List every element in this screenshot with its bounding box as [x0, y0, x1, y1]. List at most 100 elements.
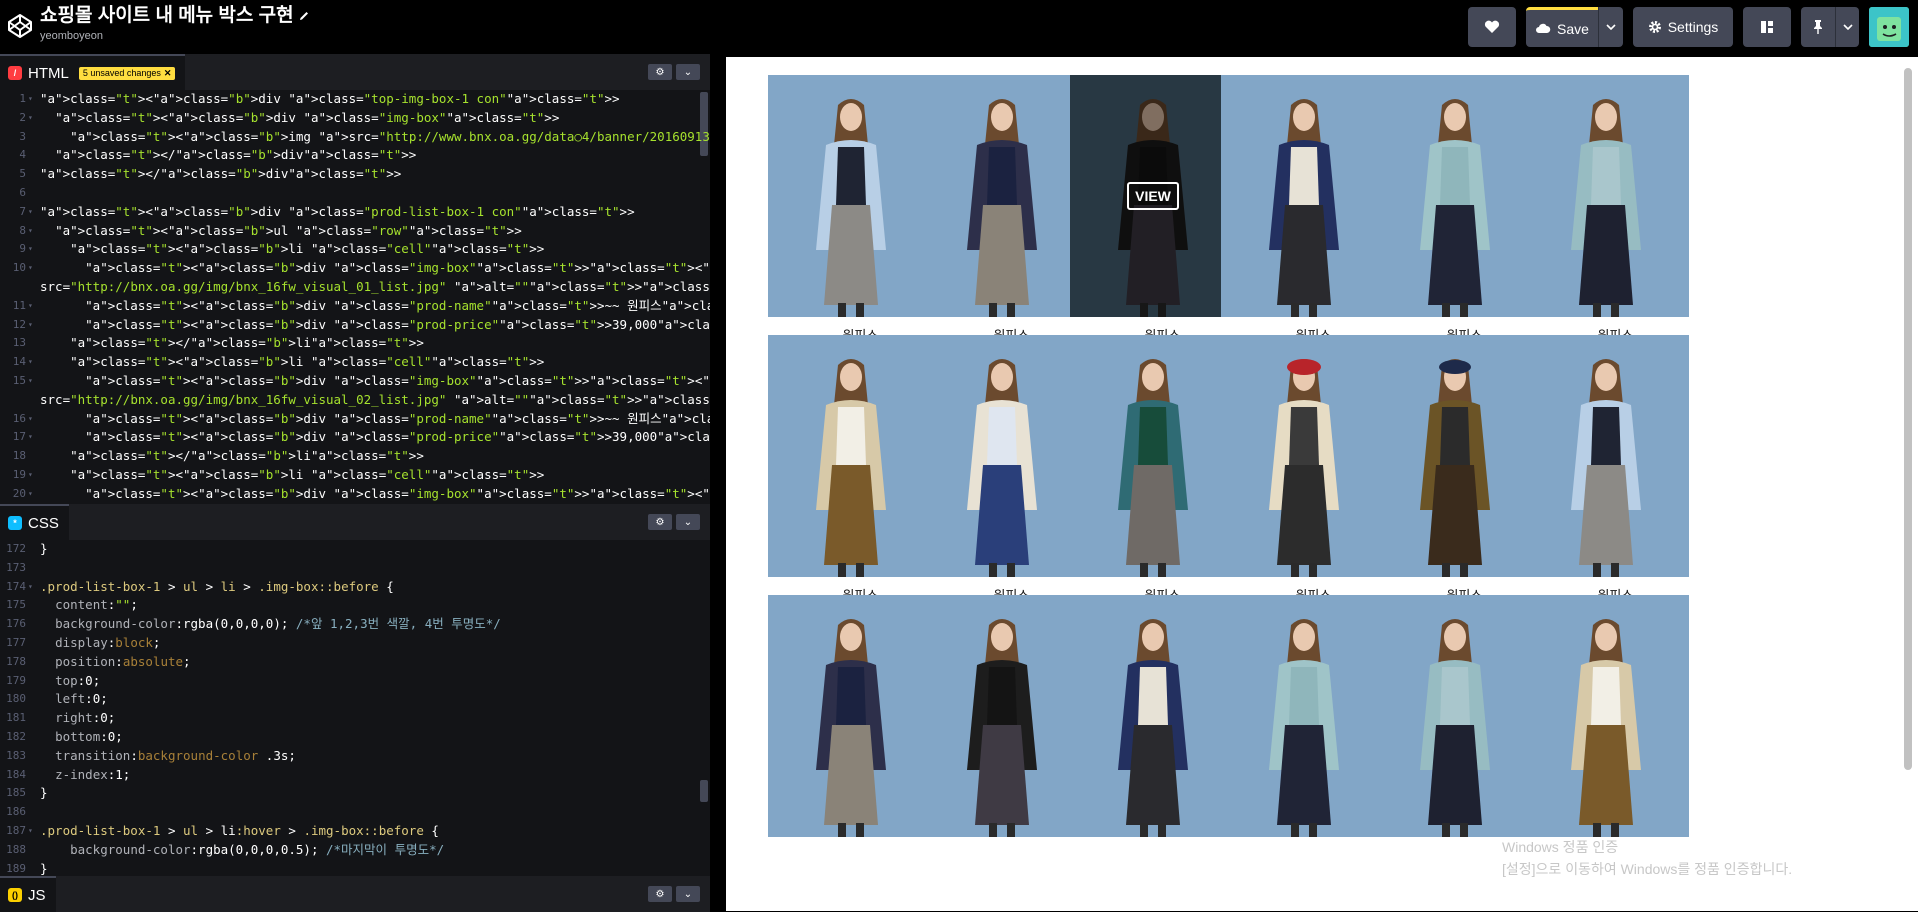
fold-arrow-icon[interactable]: ▾ — [28, 410, 33, 429]
fold-arrow-icon[interactable]: ▾ — [28, 316, 33, 335]
code-line[interactable]: 18 "a">class="t"></"a">class="b">li"a">c… — [0, 447, 710, 466]
product-image[interactable] — [919, 75, 1085, 317]
product-card[interactable]: ~~ 원피스39,000원 — [1372, 75, 1538, 373]
code-line[interactable]: 19 ▾ "a">class="t"><"a">class="b">li "a">… — [0, 466, 710, 485]
preview-pane[interactable]: ~~ 원피스39,000원~~ 원피스39,000원VIEW~~ 원피스39,0… — [726, 57, 1918, 911]
code-line[interactable]: 186 — [0, 803, 710, 822]
product-card[interactable] — [768, 595, 934, 893]
html-collapse-button[interactable]: ⌄ — [676, 64, 700, 80]
unsaved-changes-badge[interactable]: 5 unsaved changes ✕ — [78, 66, 176, 80]
code-line[interactable]: 172} — [0, 540, 710, 559]
product-card[interactable]: ~~ 원피스39,000원 — [1070, 335, 1236, 633]
fold-arrow-icon[interactable]: ▾ — [28, 240, 33, 259]
code-line[interactable]: 7 ▾ "a">class="t"><"a">class="b">div "a">c… — [0, 203, 710, 222]
user-avatar[interactable] — [1869, 7, 1909, 47]
change-view-button[interactable] — [1743, 7, 1791, 47]
product-image[interactable] — [1070, 595, 1236, 837]
product-image[interactable] — [768, 75, 934, 317]
product-name[interactable] — [1070, 847, 1236, 865]
code-line[interactable]: 174 ▾ .prod-list-box-1 > ul > li > .img-bo… — [0, 578, 710, 597]
product-card[interactable] — [1221, 595, 1387, 893]
fold-arrow-icon[interactable]: ▾ — [28, 466, 33, 485]
css-settings-button[interactable]: ⚙ — [648, 514, 672, 530]
code-line[interactable]: 187 ▾ .prod-list-box-1 > ul > li:hover > .… — [0, 822, 710, 841]
code-line[interactable]: 178 position:absolute; — [0, 653, 710, 672]
code-line[interactable]: 4 "a">class="t"></"a">class="b">div"a">c… — [0, 146, 710, 165]
product-card[interactable]: VIEW~~ 원피스39,000원 — [1070, 75, 1236, 373]
code-line[interactable]: 2 ▾ "a">class="t"><"a">class="b">div "a">… — [0, 109, 710, 128]
settings-button[interactable]: Settings — [1633, 7, 1733, 47]
product-name[interactable] — [1221, 847, 1387, 865]
product-image[interactable] — [1070, 335, 1236, 577]
pin-options-button[interactable] — [1835, 7, 1859, 47]
html-code-editor[interactable]: 1 ▾ "a">class="t"><"a">class="b">div "a">c… — [0, 90, 710, 504]
product-card[interactable]: ~~ 원피스39,000원 — [768, 335, 934, 633]
product-image[interactable] — [768, 595, 934, 837]
code-line[interactable]: 8 ▾ "a">class="t"><"a">class="b">ul "a">c… — [0, 222, 710, 241]
code-line[interactable]: 14 ▾ "a">class="t"><"a">class="b">li "a">… — [0, 353, 710, 372]
product-card[interactable]: ~~ 원피스39,000원 — [919, 335, 1085, 633]
product-card[interactable] — [1070, 595, 1236, 893]
code-line[interactable]: 188 background-color:rgba(0,0,0,0.5); /*… — [0, 841, 710, 860]
code-line[interactable]: 17 ▾ "a">class="t"><"a">class="b">div "a"… — [0, 428, 710, 447]
code-line[interactable]: 185} — [0, 784, 710, 803]
js-settings-button[interactable]: ⚙ — [648, 886, 672, 902]
code-line[interactable]: 20 ▾ "a">class="t"><"a">class="b">div "a"… — [0, 485, 710, 504]
code-line[interactable]: 176 background-color:rgba(0,0,0,0); /*앞 … — [0, 615, 710, 634]
code-line[interactable]: src="http://bnx.oa.gg/img/bnx_16fw_visua… — [0, 278, 710, 297]
close-icon[interactable]: ✕ — [164, 68, 172, 79]
product-card[interactable]: ~~ 원피스39,000원 — [1523, 75, 1689, 373]
css-collapse-button[interactable]: ⌄ — [676, 514, 700, 530]
css-panel-tab[interactable]: * CSS — [0, 504, 69, 540]
product-name[interactable] — [768, 847, 934, 865]
product-image[interactable] — [1221, 335, 1387, 577]
fold-arrow-icon[interactable]: ▾ — [28, 578, 33, 597]
html-settings-button[interactable]: ⚙ — [648, 64, 672, 80]
product-image[interactable]: VIEW — [1070, 75, 1236, 317]
fold-arrow-icon[interactable]: ▾ — [28, 259, 33, 278]
code-line[interactable]: 11 ▾ "a">class="t"><"a">class="b">div "a"… — [0, 297, 710, 316]
fold-arrow-icon[interactable]: ▾ — [28, 222, 33, 241]
save-button[interactable]: Save — [1526, 7, 1598, 47]
code-line[interactable]: 1 ▾ "a">class="t"><"a">class="b">div "a">c… — [0, 90, 710, 109]
product-image[interactable] — [1523, 75, 1689, 317]
product-card[interactable] — [919, 595, 1085, 893]
product-image[interactable] — [768, 335, 934, 577]
codepen-logo-icon[interactable] — [6, 12, 34, 40]
code-line[interactable]: 16 ▾ "a">class="t"><"a">class="b">div "a"… — [0, 410, 710, 429]
code-line[interactable]: 175 content:""; — [0, 596, 710, 615]
code-line[interactable]: 173 — [0, 559, 710, 578]
pen-title-text[interactable]: 쇼핑몰 사이트 내 메뉴 박스 구현 — [40, 5, 294, 26]
fold-arrow-icon[interactable]: ▾ — [28, 297, 33, 316]
fold-arrow-icon[interactable]: ▾ — [28, 109, 33, 128]
product-image[interactable] — [1221, 75, 1387, 317]
product-card[interactable]: ~~ 원피스39,000원 — [1372, 335, 1538, 633]
code-line[interactable]: 189} — [0, 860, 710, 876]
js-panel-tab[interactable]: () JS — [0, 876, 56, 912]
save-options-button[interactable] — [1598, 7, 1623, 47]
code-line[interactable]: 13 "a">class="t"></"a">class="b">li"a">c… — [0, 334, 710, 353]
pencil-icon[interactable] — [298, 10, 310, 22]
product-image[interactable] — [1372, 595, 1538, 837]
preview-scrollbar[interactable] — [1904, 68, 1912, 770]
heart-button[interactable] — [1468, 7, 1516, 47]
product-card[interactable]: ~~ 원피스39,000원 — [768, 75, 934, 373]
product-image[interactable] — [1372, 75, 1538, 317]
code-line[interactable]: 9 ▾ "a">class="t"><"a">class="b">li "a">c… — [0, 240, 710, 259]
pen-title[interactable]: 쇼핑몰 사이트 내 메뉴 박스 구현 — [40, 4, 310, 28]
fold-arrow-icon[interactable]: ▾ — [28, 485, 33, 504]
js-collapse-button[interactable]: ⌄ — [676, 886, 700, 902]
product-image[interactable] — [919, 335, 1085, 577]
css-code-editor[interactable]: 172} 173 174 ▾ .prod-list-box-1 > ul > li > … — [0, 540, 710, 876]
fold-arrow-icon[interactable]: ▾ — [28, 203, 33, 222]
code-line[interactable]: 180 left:0; — [0, 690, 710, 709]
code-line[interactable]: 10 ▾ "a">class="t"><"a">class="b">div "a"… — [0, 259, 710, 278]
code-line[interactable]: 182 bottom:0; — [0, 728, 710, 747]
html-panel-tab[interactable]: / HTML 5 unsaved changes ✕ — [0, 54, 186, 90]
code-line[interactable]: 3 "a">class="t"><"a">class="b">img "a">s… — [0, 128, 710, 147]
code-line[interactable]: 179 top:0; — [0, 672, 710, 691]
code-line[interactable]: 177 display:block; — [0, 634, 710, 653]
product-image[interactable] — [1523, 595, 1689, 837]
pen-author[interactable]: yeomboyeon — [40, 28, 310, 44]
code-line[interactable]: src="http://bnx.oa.gg/img/bnx_16fw_visua… — [0, 391, 710, 410]
